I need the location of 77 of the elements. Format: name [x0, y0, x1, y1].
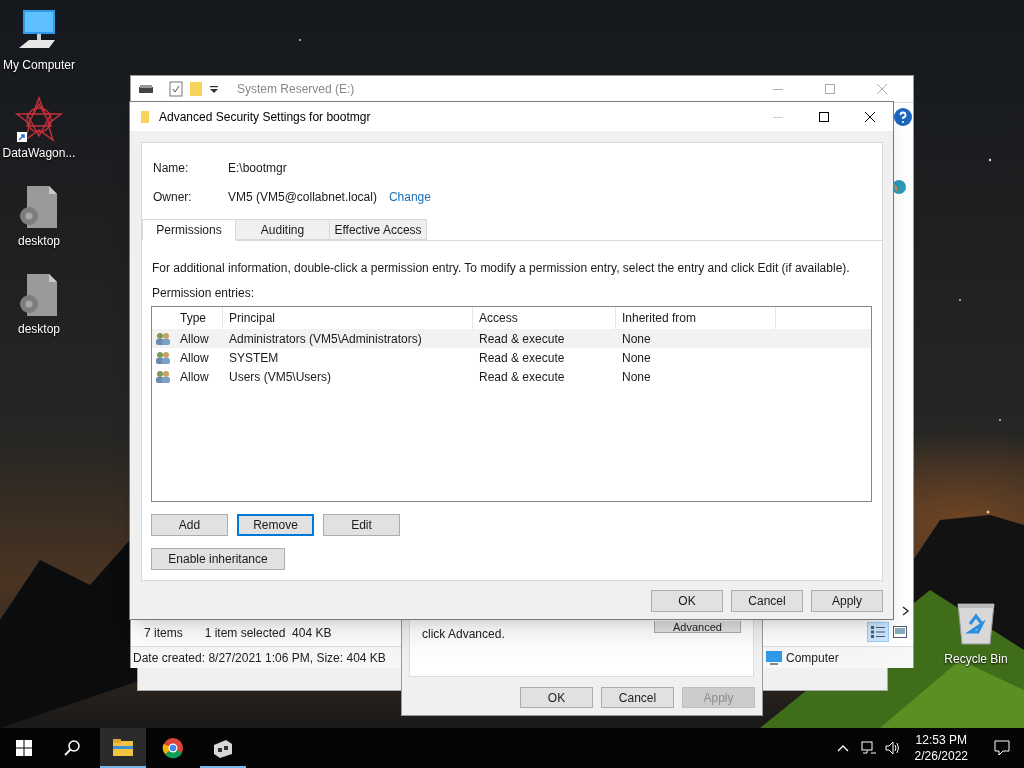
table-cell-text: None — [621, 368, 652, 386]
preview-view-icon[interactable] — [893, 626, 907, 638]
table-cell-text: None — [621, 330, 652, 348]
details-view-icon — [871, 626, 885, 638]
dialog-button[interactable]: Cancel — [731, 590, 803, 612]
status-text: 1 item selected 404 KB — [204, 625, 332, 642]
table-cell-text: Allow — [179, 368, 210, 386]
dialog-button[interactable]: OK — [520, 687, 593, 708]
dialog-button[interactable]: OK — [651, 590, 723, 612]
location-text: Computer — [786, 650, 839, 667]
advanced-button[interactable]: Advanced — [654, 621, 741, 633]
maximize-icon — [819, 111, 829, 122]
help-icon[interactable] — [894, 108, 912, 126]
tab[interactable]: Auditing — [236, 219, 330, 240]
table-cell-text: Read & execute — [478, 330, 566, 348]
maximize-icon — [825, 84, 835, 94]
monitor-icon — [765, 650, 783, 666]
close-icon — [865, 111, 875, 122]
dropdown-icon[interactable] — [209, 84, 219, 94]
folder-icon — [112, 737, 134, 759]
details-view-button[interactable] — [867, 622, 889, 642]
search-icon — [64, 740, 80, 756]
field-value: E:\bootmgr — [228, 160, 287, 177]
chevron-right-icon[interactable] — [902, 606, 910, 616]
table-cell-text: None — [621, 349, 652, 367]
users-icon — [155, 331, 171, 346]
table-cell-text: Allow — [179, 330, 210, 348]
list-action-button[interactable]: Remove — [237, 514, 314, 536]
table-cell-text: Users (VM5\Users) — [228, 368, 332, 386]
icon-label[interactable]: DataWagon... — [2, 144, 76, 162]
recycle-bin-icon[interactable] — [954, 600, 998, 646]
table-cell-text: Administrators (VM5\Administrators) — [228, 330, 423, 348]
section-label: Permission entries: — [152, 285, 255, 302]
table-cell-text: SYSTEM — [228, 349, 280, 367]
volume-icon[interactable] — [884, 741, 901, 755]
field-label: Owner: — [153, 189, 193, 206]
chevron-up-icon[interactable] — [836, 744, 849, 752]
icon-label[interactable]: desktop — [18, 232, 60, 250]
hint-text: click Advanced. — [422, 626, 505, 643]
network-icon[interactable] — [860, 741, 877, 755]
list-row[interactable]: Allow Administrators (VM5\Administrators) Read & execute None — [152, 329, 871, 348]
list-row[interactable]: Allow Users (VM5\Users) Read & execute None — [152, 367, 871, 386]
table-cell-text: Read & execute — [478, 368, 566, 386]
starburst-icon[interactable] — [15, 96, 63, 142]
folder-icon — [140, 109, 150, 124]
inheritance-button[interactable]: Enable inheritance — [151, 548, 285, 570]
window-title: Advanced Security Settings for bootmgr — [159, 108, 371, 126]
users-icon — [155, 369, 171, 384]
details-text: Date created: 8/27/2021 1:06 PM, Size: 404 KB — [133, 649, 386, 667]
users-icon — [155, 350, 171, 365]
dialog-button[interactable]: Cancel — [601, 687, 674, 708]
taskbar-button[interactable] — [100, 728, 146, 768]
table-cell-text: Read & execute — [478, 349, 566, 367]
list-row[interactable]: Allow SYSTEM Read & execute None — [152, 348, 871, 367]
table-cell-text: Allow — [179, 349, 210, 367]
status-text: 7 items — [144, 625, 183, 642]
field-value: VM5 (VM5@collabnet.local) — [228, 189, 377, 206]
dialog-button[interactable]: Apply — [811, 590, 883, 612]
tab[interactable]: Effective Access — [330, 219, 427, 240]
window-title: System Reserved (E:) — [237, 81, 355, 98]
drive-icon[interactable] — [139, 84, 153, 94]
info-text: For additional information, double-click a permission entry. To modify a permission entry, select the entry and click Edit (if available). — [152, 260, 850, 277]
document-check-icon[interactable] — [169, 81, 183, 97]
close-icon — [877, 84, 887, 94]
clock[interactable]: 12:53 PM 2/26/2022 — [908, 732, 974, 764]
list-action-button[interactable]: Add — [151, 514, 228, 536]
tab[interactable]: Permissions — [142, 219, 236, 241]
browser-icon — [162, 737, 184, 759]
message-icon — [994, 740, 1010, 756]
icon-label[interactable]: desktop — [18, 320, 60, 338]
windows-icon — [16, 740, 32, 756]
change-link[interactable]: Change — [388, 188, 431, 206]
icon-label[interactable]: Recycle Bin — [944, 650, 1008, 668]
icon-label[interactable]: My Computer — [3, 56, 75, 74]
device-icon — [212, 737, 234, 759]
list-action-button[interactable]: Edit — [323, 514, 400, 536]
field-label: Name: — [153, 160, 190, 177]
